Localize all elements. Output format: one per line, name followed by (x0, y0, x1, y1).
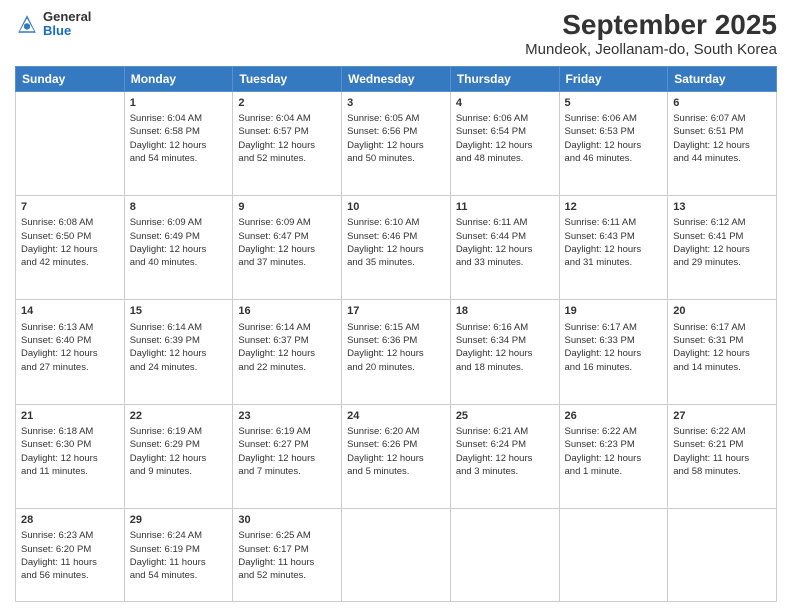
calendar-cell: 13Sunrise: 6:12 AMSunset: 6:41 PMDayligh… (668, 196, 777, 300)
calendar-cell: 20Sunrise: 6:17 AMSunset: 6:31 PMDayligh… (668, 300, 777, 404)
day-number: 20 (673, 304, 771, 319)
title-block: September 2025 Mundeok, Jeollanam-do, So… (525, 10, 777, 58)
calendar-cell: 16Sunrise: 6:14 AMSunset: 6:37 PMDayligh… (233, 300, 342, 404)
day-number: 25 (456, 409, 554, 424)
calendar-cell: 29Sunrise: 6:24 AMSunset: 6:19 PMDayligh… (124, 508, 233, 601)
day-number: 15 (130, 304, 228, 319)
calendar-cell: 7Sunrise: 6:08 AMSunset: 6:50 PMDaylight… (16, 196, 125, 300)
calendar-cell (559, 508, 668, 601)
calendar-cell: 3Sunrise: 6:05 AMSunset: 6:56 PMDaylight… (342, 91, 451, 195)
logo: General Blue (15, 10, 91, 39)
day-number: 21 (21, 409, 119, 424)
calendar-cell: 5Sunrise: 6:06 AMSunset: 6:53 PMDaylight… (559, 91, 668, 195)
calendar-cell: 10Sunrise: 6:10 AMSunset: 6:46 PMDayligh… (342, 196, 451, 300)
day-number: 8 (130, 200, 228, 215)
calendar-cell: 19Sunrise: 6:17 AMSunset: 6:33 PMDayligh… (559, 300, 668, 404)
day-header-tuesday: Tuesday (233, 66, 342, 91)
calendar-cell: 4Sunrise: 6:06 AMSunset: 6:54 PMDaylight… (450, 91, 559, 195)
day-number: 27 (673, 409, 771, 424)
calendar-table: SundayMondayTuesdayWednesdayThursdayFrid… (15, 66, 777, 602)
day-number: 29 (130, 513, 228, 528)
day-number: 11 (456, 200, 554, 215)
calendar-cell: 22Sunrise: 6:19 AMSunset: 6:29 PMDayligh… (124, 404, 233, 508)
day-number: 28 (21, 513, 119, 528)
logo-blue-text: Blue (43, 24, 91, 38)
day-number: 30 (238, 513, 336, 528)
calendar-cell (450, 508, 559, 601)
day-number: 18 (456, 304, 554, 319)
calendar-cell: 17Sunrise: 6:15 AMSunset: 6:36 PMDayligh… (342, 300, 451, 404)
logo-general-text: General (43, 10, 91, 24)
day-number: 22 (130, 409, 228, 424)
day-number: 2 (238, 96, 336, 111)
calendar-cell: 12Sunrise: 6:11 AMSunset: 6:43 PMDayligh… (559, 196, 668, 300)
day-number: 17 (347, 304, 445, 319)
calendar-cell: 1Sunrise: 6:04 AMSunset: 6:58 PMDaylight… (124, 91, 233, 195)
calendar-cell: 23Sunrise: 6:19 AMSunset: 6:27 PMDayligh… (233, 404, 342, 508)
day-number: 6 (673, 96, 771, 111)
calendar-cell: 2Sunrise: 6:04 AMSunset: 6:57 PMDaylight… (233, 91, 342, 195)
day-number: 24 (347, 409, 445, 424)
day-number: 16 (238, 304, 336, 319)
day-header-friday: Friday (559, 66, 668, 91)
calendar-cell: 27Sunrise: 6:22 AMSunset: 6:21 PMDayligh… (668, 404, 777, 508)
calendar-cell: 28Sunrise: 6:23 AMSunset: 6:20 PMDayligh… (16, 508, 125, 601)
calendar-cell (16, 91, 125, 195)
calendar-subtitle: Mundeok, Jeollanam-do, South Korea (525, 41, 777, 58)
calendar-cell: 11Sunrise: 6:11 AMSunset: 6:44 PMDayligh… (450, 196, 559, 300)
calendar-cell: 26Sunrise: 6:22 AMSunset: 6:23 PMDayligh… (559, 404, 668, 508)
calendar-title: September 2025 (525, 10, 777, 41)
calendar-cell: 15Sunrise: 6:14 AMSunset: 6:39 PMDayligh… (124, 300, 233, 404)
day-number: 9 (238, 200, 336, 215)
day-number: 1 (130, 96, 228, 111)
calendar-cell: 8Sunrise: 6:09 AMSunset: 6:49 PMDaylight… (124, 196, 233, 300)
day-number: 19 (565, 304, 663, 319)
calendar-cell: 14Sunrise: 6:13 AMSunset: 6:40 PMDayligh… (16, 300, 125, 404)
calendar-cell: 21Sunrise: 6:18 AMSunset: 6:30 PMDayligh… (16, 404, 125, 508)
day-number: 23 (238, 409, 336, 424)
day-header-thursday: Thursday (450, 66, 559, 91)
calendar-cell: 30Sunrise: 6:25 AMSunset: 6:17 PMDayligh… (233, 508, 342, 601)
day-header-wednesday: Wednesday (342, 66, 451, 91)
calendar-cell: 9Sunrise: 6:09 AMSunset: 6:47 PMDaylight… (233, 196, 342, 300)
calendar-cell (668, 508, 777, 601)
day-header-sunday: Sunday (16, 66, 125, 91)
day-number: 4 (456, 96, 554, 111)
calendar-cell (342, 508, 451, 601)
calendar-cell: 18Sunrise: 6:16 AMSunset: 6:34 PMDayligh… (450, 300, 559, 404)
day-number: 26 (565, 409, 663, 424)
day-number: 7 (21, 200, 119, 215)
day-number: 12 (565, 200, 663, 215)
day-header-saturday: Saturday (668, 66, 777, 91)
day-number: 10 (347, 200, 445, 215)
day-number: 13 (673, 200, 771, 215)
day-number: 5 (565, 96, 663, 111)
day-header-monday: Monday (124, 66, 233, 91)
calendar-cell: 24Sunrise: 6:20 AMSunset: 6:26 PMDayligh… (342, 404, 451, 508)
day-number: 3 (347, 96, 445, 111)
calendar-cell: 6Sunrise: 6:07 AMSunset: 6:51 PMDaylight… (668, 91, 777, 195)
day-number: 14 (21, 304, 119, 319)
calendar-cell: 25Sunrise: 6:21 AMSunset: 6:24 PMDayligh… (450, 404, 559, 508)
